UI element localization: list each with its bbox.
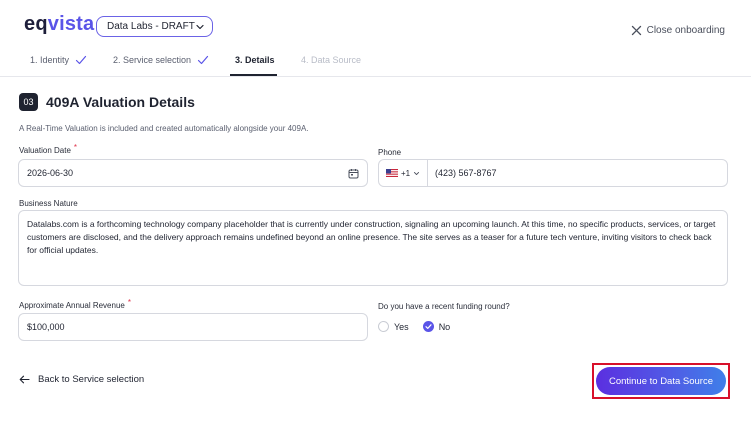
annual-revenue-value: $100,000 — [27, 322, 65, 332]
check-icon — [75, 55, 87, 65]
back-label: Back to Service selection — [38, 374, 145, 385]
company-select[interactable]: Data Labs - DRAFT — [96, 16, 213, 37]
funding-round-yes-radio[interactable]: Yes — [378, 321, 409, 332]
business-nature-label: Business Nature — [19, 199, 78, 208]
radio-check-icon — [422, 321, 434, 332]
radio-circle — [378, 321, 389, 332]
back-to-service-selection-button[interactable]: Back to Service selection — [19, 374, 144, 385]
funding-round-radio-group: Yes No — [378, 321, 450, 332]
radio-label-yes: Yes — [394, 321, 409, 332]
calendar-icon[interactable] — [348, 168, 359, 179]
radio-label-no: No — [438, 321, 451, 332]
close-onboarding-label: Close onboarding — [646, 25, 725, 36]
step-identity[interactable]: 1. Identity — [30, 55, 87, 65]
chevron-down-icon — [195, 22, 205, 32]
required-mark: * — [73, 143, 78, 152]
step-label: 1. Identity — [30, 55, 70, 65]
stepper: 1. Identity 2. Service selection 3. Deta… — [0, 44, 751, 77]
step-label: 3. Details — [235, 55, 275, 65]
check-icon — [197, 55, 209, 65]
us-flag-icon — [385, 169, 398, 177]
step-label: 4. Data Source — [301, 55, 362, 65]
step-data-source: 4. Data Source — [301, 55, 361, 65]
country-code-select[interactable]: +1 — [379, 160, 428, 186]
annual-revenue-label: Approximate Annual Revenue * — [19, 298, 131, 310]
valuation-date-label: Valuation Date * — [19, 143, 78, 155]
valuation-date-label-text: Valuation Date — [19, 146, 71, 155]
eqvista-logo[interactable]: eqvista — [24, 13, 94, 36]
funding-round-no-radio[interactable]: No — [422, 321, 451, 332]
step-service-selection[interactable]: 2. Service selection — [113, 55, 209, 65]
valuation-date-value: 2026-06-30 — [27, 168, 74, 178]
phone-label: Phone — [378, 148, 402, 157]
step-label: 2. Service selection — [113, 55, 192, 65]
required-mark: * — [127, 298, 131, 307]
close-onboarding-button[interactable]: Close onboarding — [631, 25, 725, 36]
logo-text-eq: eq — [24, 13, 48, 35]
close-icon — [631, 25, 642, 36]
arrow-left-icon — [19, 375, 30, 384]
business-nature-textarea[interactable]: Datalabs.com is a forthcoming technology… — [18, 210, 728, 286]
step-details[interactable]: 3. Details — [235, 55, 275, 65]
company-select-value: Data Labs - DRAFT — [107, 21, 195, 32]
annual-revenue-field[interactable]: $100,000 — [18, 313, 368, 341]
valuation-date-field[interactable]: 2026-06-30 — [18, 159, 368, 187]
logo-text-vista: vista — [47, 13, 95, 35]
annual-revenue-label-text: Approximate Annual Revenue — [19, 301, 125, 310]
chevron-down-icon — [413, 170, 420, 177]
section-title: 409A Valuation Details — [46, 94, 195, 110]
section-number-badge: 03 — [19, 93, 38, 111]
section-description: A Real-Time Valuation is included and cr… — [19, 124, 309, 133]
phone-number-value: (423) 567-8767 — [435, 168, 497, 178]
funding-round-label: Do you have a recent funding round? — [378, 302, 510, 311]
continue-to-data-source-button[interactable]: Continue to Data Source — [596, 367, 726, 395]
country-code: +1 — [400, 168, 411, 178]
phone-field[interactable]: +1 (423) 567-8767 — [378, 159, 728, 187]
section-header: 03 409A Valuation Details — [19, 93, 195, 111]
active-step-indicator — [230, 74, 277, 76]
